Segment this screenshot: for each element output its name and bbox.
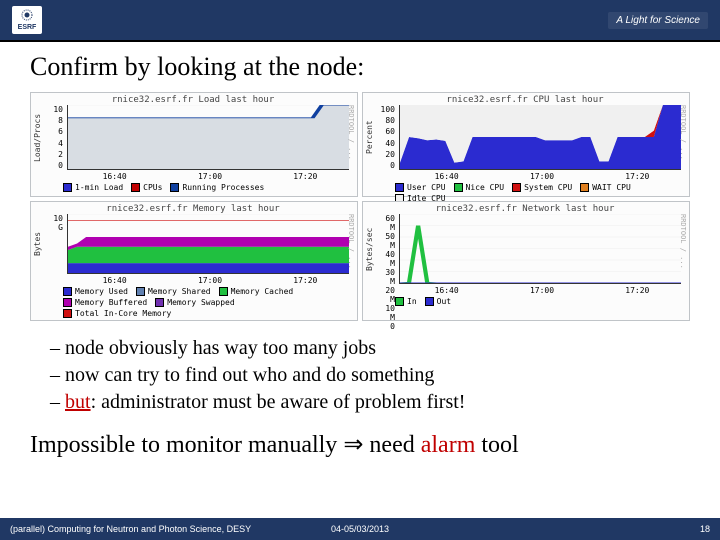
footer-bar: (parallel) Computing for Neutron and Pho… [0,518,720,540]
chart-title: rnice32.esrf.fr CPU last hour [365,95,685,105]
chart-yticks: 10 G [45,214,65,274]
charts-grid: rnice32.esrf.fr Load last hour Load/Proc… [30,92,690,321]
chart-legend: Memory Used Memory Shared Memory Cached Mem… [33,285,353,320]
conclusion-c: tool [475,432,518,458]
esrf-logo: ESRF [12,6,42,34]
bullet: now can try to find out who and do somet… [50,362,690,389]
legend-item: Running Processes [170,183,264,192]
bullet: node obviously has way too many jobs [50,335,690,362]
chart-svg [68,105,349,169]
page-title: Confirm by looking at the node: [30,52,690,82]
chart-title: rnice32.esrf.fr Network last hour [365,204,685,214]
watermark: RRDTOOL / ... [347,214,355,269]
conclusion-b: need [363,432,420,458]
chart-yticks: 60 M50 M40 M30 M20 M10 M0 [377,214,397,284]
footer-left: (parallel) Computing for Neutron and Pho… [10,524,251,534]
chart-load: rnice32.esrf.fr Load last hour Load/Proc… [30,92,358,197]
chart-ylabel: Load/Procs [33,105,45,170]
legend-item: 1-min Load [63,183,123,192]
chart-plot: 1086420 [45,105,353,170]
svg-text:ESRF: ESRF [18,24,37,31]
chart-ylabel: Percent [365,105,377,170]
watermark: RRDTOOL / ... [347,105,355,160]
chart-yticks: 100806040200 [377,105,397,170]
legend-item: In [395,297,417,306]
bullet-rest: : administrator must be aware of problem… [91,391,466,413]
esrf-logo-icon: ESRF [15,9,39,31]
chart-svg [400,214,681,283]
chart-plot: 10 G [45,214,353,274]
arrow-icon: ⇒ [343,432,363,458]
tagline: A Light for Science [608,12,708,29]
chart-cpu: rnice32.esrf.fr CPU last hour Percent 10… [362,92,690,197]
conclusion: Impossible to monitor manually ⇒ need al… [30,430,690,459]
chart-legend: 1-min Load CPUs Running Processes [33,181,353,194]
chart-ylabel: Bytes [33,214,45,274]
chart-xticks: 16:4017:0017:20 [67,172,353,181]
chart-yticks: 1086420 [45,105,65,170]
slide-content: Confirm by looking at the node: rnice32.… [0,42,720,518]
legend-item: Memory Swapped [155,298,234,307]
chart-memory: rnice32.esrf.fr Memory last hour Bytes 1… [30,201,358,321]
footer-page: 18 [700,524,710,534]
legend-item: Memory Cached [219,287,294,296]
legend-item: System CPU [512,183,572,192]
conclusion-a: Impossible to monitor manually [30,432,343,458]
chart-plot: 60 M50 M40 M30 M20 M10 M0 [377,214,685,284]
legend-item: WAIT CPU [580,183,631,192]
chart-plot: 100806040200 [377,105,685,170]
chart-xticks: 16:4017:0017:20 [399,286,685,295]
legend-item: Total In-Core Memory [63,309,171,318]
chart-svg [400,105,681,169]
footer-date: 04-05/03/2013 [331,524,389,534]
legend-item: Memory Used [63,287,128,296]
bullets: node obviously has way too many jobs now… [30,335,690,416]
legend-item: Memory Shared [136,287,211,296]
chart-title: rnice32.esrf.fr Load last hour [33,95,353,105]
chart-svg [68,214,349,273]
chart-title: rnice32.esrf.fr Memory last hour [33,204,353,214]
chart-ylabel: Bytes/sec [365,214,377,284]
alarm-word: alarm [421,432,476,458]
chart-xticks: 16:4017:0017:20 [67,276,353,285]
bullet: but: administrator must be aware of prob… [50,389,690,416]
watermark: RRDTOOL / ... [679,105,687,160]
watermark: RRDTOOL / ... [679,214,687,269]
chart-network: rnice32.esrf.fr Network last hour Bytes/… [362,201,690,321]
legend-item: Out [425,297,451,306]
legend-item: CPUs [131,183,162,192]
legend-item: User CPU [395,183,446,192]
chart-xticks: 16:4017:0017:20 [399,172,685,181]
but-text: but [65,391,91,413]
chart-legend: In Out [365,295,685,308]
legend-item: Nice CPU [454,183,505,192]
header-bar: ESRF A Light for Science [0,0,720,40]
legend-item: Memory Buffered [63,298,147,307]
